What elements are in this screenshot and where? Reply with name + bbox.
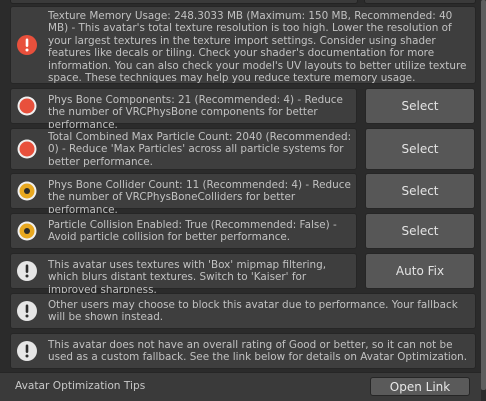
open-link-button[interactable]: Open Link <box>370 377 470 396</box>
previous-button-edge <box>364 0 476 4</box>
footer-label: Avatar Optimization Tips <box>15 380 146 392</box>
info-icon <box>17 301 37 321</box>
error-icon <box>17 35 37 55</box>
select-particle-collision-button[interactable]: Select <box>365 213 475 249</box>
particle-collision-warning-box: Particle Collision Enabled: True (Recomm… <box>10 213 357 249</box>
phys-bone-components-error-box: Phys Bone Components: 21 (Recommended: 4… <box>10 88 357 131</box>
previous-content-strip <box>0 0 486 5</box>
error-dot-icon <box>17 96 37 116</box>
select-phys-bones-button[interactable]: Select <box>365 88 475 124</box>
texture-memory-error-box: Texture Memory Usage: 248.3033 MB (Maxim… <box>10 6 476 84</box>
message-text: Phys Bone Components: 21 (Recommended: 4… <box>48 94 343 131</box>
message-text: This avatar uses textures with 'Box' mip… <box>48 259 326 296</box>
warning-dot-icon <box>17 181 37 201</box>
particle-count-error-box: Total Combined Max Particle Count: 2040 … <box>10 128 357 170</box>
message-text: Total Combined Max Particle Count: 2040 … <box>48 131 352 168</box>
message-text: This avatar does not have an overall rat… <box>48 339 468 364</box>
message-text: Other users may choose to block this ava… <box>48 299 458 324</box>
select-particle-systems-button[interactable]: Select <box>365 128 475 170</box>
info-icon <box>17 261 37 281</box>
auto-fix-button[interactable]: Auto Fix <box>365 253 475 289</box>
message-text: Particle Collision Enabled: True (Recomm… <box>48 219 337 244</box>
message-text: Texture Memory Usage: 248.3033 MB (Maxim… <box>48 10 467 85</box>
warning-dot-icon <box>17 221 37 241</box>
fallback-rating-info-box: This avatar does not have an overall rat… <box>10 333 476 369</box>
fallback-block-info-box: Other users may choose to block this ava… <box>10 293 476 329</box>
info-icon <box>17 341 37 361</box>
optimization-tips-footer: Avatar Optimization Tips Open Link <box>0 372 481 401</box>
message-text: Phys Bone Collider Count: 11 (Recommende… <box>48 179 351 216</box>
error-dot-icon <box>17 139 37 159</box>
previous-box-edge <box>10 0 358 4</box>
mipmap-filtering-info-box: This avatar uses textures with 'Box' mip… <box>10 253 357 296</box>
phys-bone-collider-warning-box: Phys Bone Collider Count: 11 (Recommende… <box>10 173 357 216</box>
scrollbar-thumb[interactable] <box>481 0 486 390</box>
select-colliders-button[interactable]: Select <box>365 173 475 209</box>
